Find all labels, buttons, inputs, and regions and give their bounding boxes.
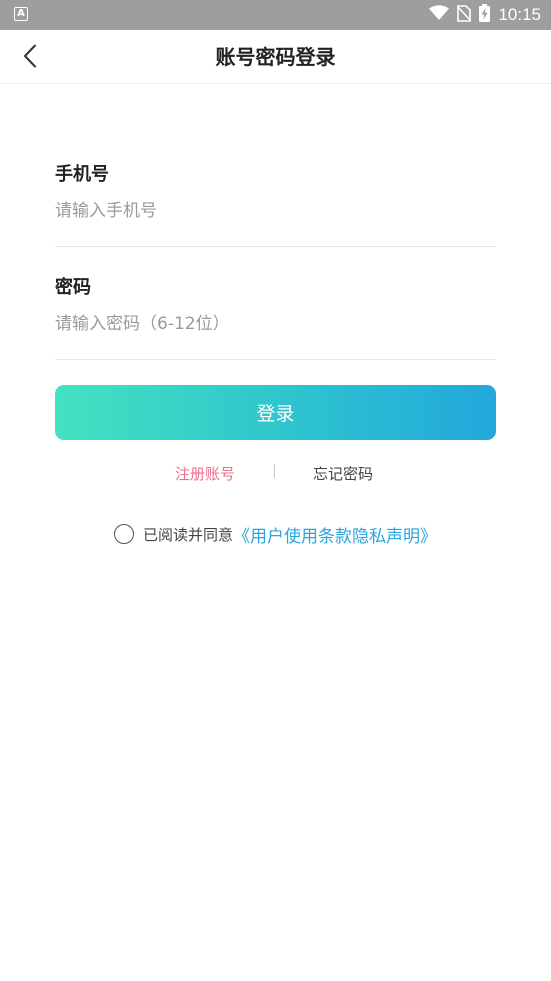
password-label: 密码	[55, 277, 91, 298]
link-separator: |	[272, 463, 277, 479]
wifi-icon	[429, 5, 450, 25]
status-time: 10:15	[498, 5, 541, 24]
phone-divider	[55, 246, 496, 247]
phone-label: 手机号	[55, 164, 109, 185]
phone-input[interactable]	[55, 191, 496, 231]
status-bar: A 10:15	[0, 0, 551, 30]
battery-charging-icon	[479, 4, 491, 26]
agreement-radio[interactable]	[114, 524, 134, 544]
no-sim-icon	[456, 4, 473, 26]
status-icons: 10:15	[429, 0, 541, 30]
page-title: 账号密码登录	[215, 45, 336, 69]
agreement-row: 已阅读并同意 《用户使用条款隐私声明》	[114, 521, 437, 547]
account-links: 注册账号 | 忘记密码	[0, 463, 551, 489]
nav-bar: 账号密码登录	[0, 30, 551, 84]
password-input[interactable]	[55, 304, 496, 344]
login-button[interactable]: 登录	[55, 385, 496, 440]
agreement-prefix: 已阅读并同意	[143, 525, 234, 544]
app-notification-icon: A	[14, 7, 28, 21]
forgot-password-link[interactable]: 忘记密码	[313, 463, 373, 484]
agreement-link[interactable]: 《用户使用条款隐私声明》	[233, 522, 437, 547]
password-divider	[55, 359, 496, 360]
register-link[interactable]: 注册账号	[175, 463, 235, 484]
